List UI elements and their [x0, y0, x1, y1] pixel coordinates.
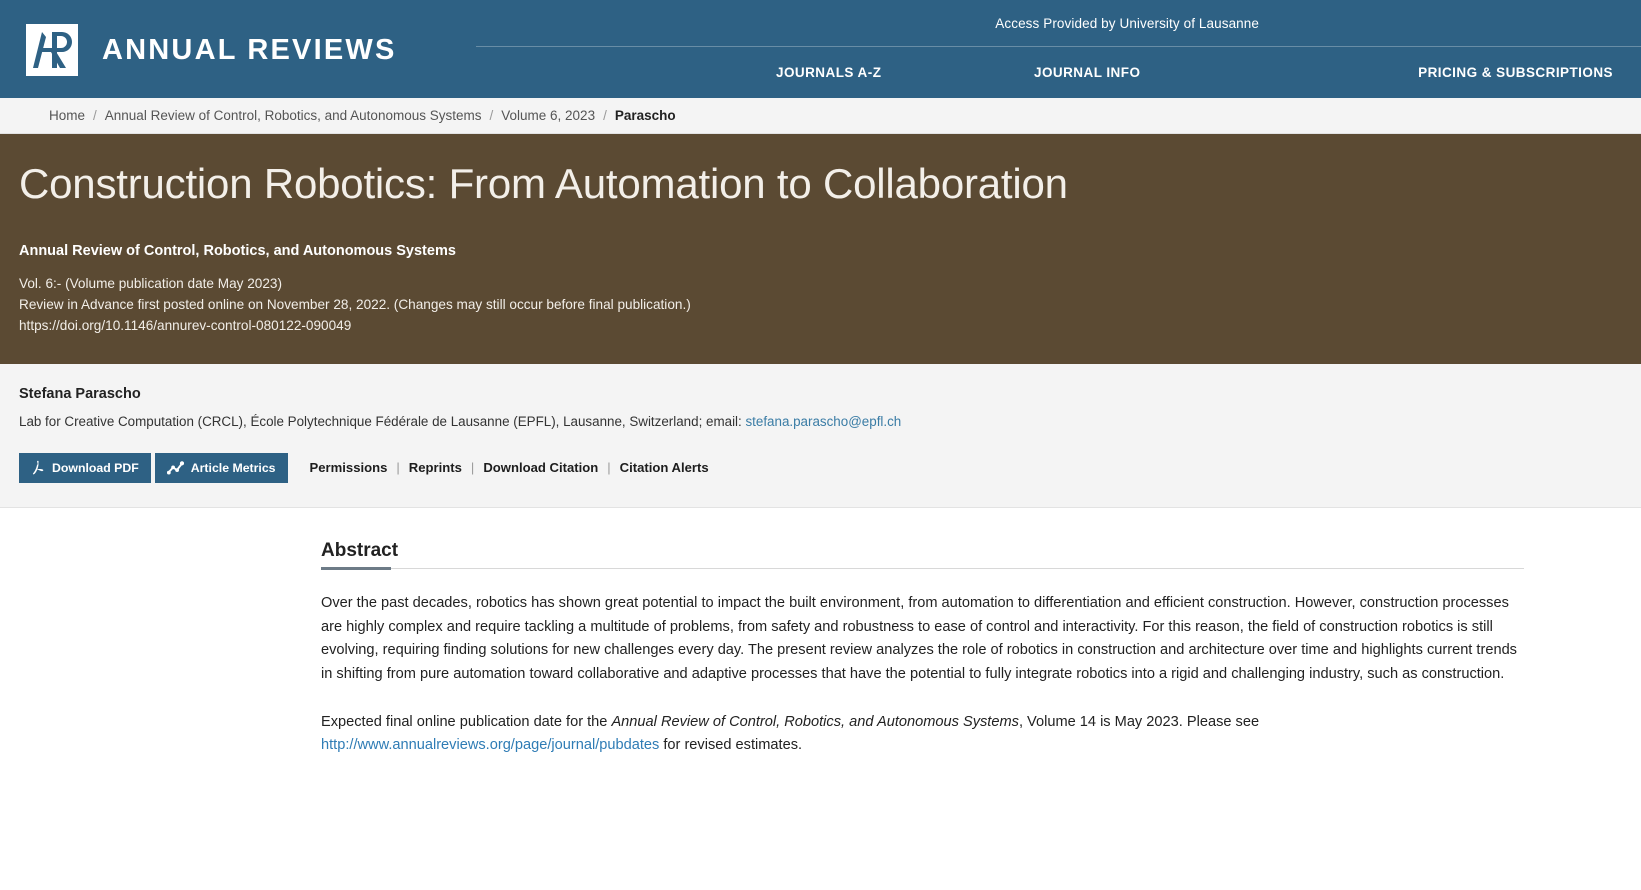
tool-link-separator: | — [607, 460, 611, 476]
abstract-heading-rule — [321, 566, 1524, 570]
author-section: Stefana Parascho Lab for Creative Comput… — [0, 364, 1641, 508]
site-header: Access Provided by University of Lausann… — [0, 0, 1641, 98]
article-tool-links: Permissions | Reprints | Download Citati… — [310, 460, 709, 475]
breadcrumb-item-home[interactable]: Home — [49, 108, 85, 123]
nav-journals-a-z[interactable]: JOURNALS A-Z — [776, 65, 881, 80]
breadcrumb-separator: / — [603, 108, 607, 123]
article-metrics-button[interactable]: Article Metrics — [154, 452, 288, 483]
author-name: Stefana Parascho — [19, 386, 141, 403]
site-logo-text: ANNUAL REVIEWS — [102, 33, 397, 66]
abstract-p2-journal: Annual Review of Control, Robotics, and … — [611, 713, 1019, 730]
author-affiliation-text: Lab for Creative Computation (CRCL), Éco… — [19, 414, 746, 430]
article-title-banner: Construction Robotics: From Automation t… — [0, 134, 1641, 365]
pubdates-link[interactable]: http://www.annualreviews.org/page/journa… — [321, 737, 659, 753]
permissions-link[interactable]: Permissions — [310, 460, 388, 475]
breadcrumb-item-volume[interactable]: Volume 6, 2023 — [501, 108, 595, 123]
article-tools-row: Download PDF Article Metrics Permissions… — [19, 452, 1641, 483]
volume-line: Vol. 6:- (Volume publication date May 20… — [19, 276, 282, 292]
article-metrics-label: Article Metrics — [190, 460, 276, 475]
abstract-section: Abstract Over the past decades, robotics… — [321, 540, 1524, 758]
journal-name: Annual Review of Control, Robotics, and … — [19, 243, 456, 260]
reprints-link[interactable]: Reprints — [409, 460, 462, 475]
doi-line[interactable]: https://doi.org/10.1146/annurev-control-… — [0, 315, 1641, 336]
breadcrumb-separator: / — [489, 108, 494, 123]
metrics-chart-icon — [166, 461, 184, 475]
annual-reviews-logo-icon — [26, 24, 78, 76]
breadcrumb-separator: / — [93, 108, 97, 123]
page-title: Construction Robotics: From Automation t… — [19, 160, 1068, 207]
breadcrumb: Home / Annual Review of Control, Robotic… — [0, 98, 1641, 134]
access-provided-text: Access Provided by University of Lausann… — [995, 15, 1259, 31]
tool-link-separator: | — [396, 460, 400, 476]
nav-pricing-subscriptions[interactable]: PRICING & SUBSCRIPTIONS — [1418, 65, 1613, 80]
download-pdf-button[interactable]: Download PDF — [19, 452, 151, 483]
abstract-p2-pre: Expected final online publication date f… — [321, 713, 612, 730]
site-logo[interactable]: ANNUAL REVIEWS — [26, 24, 397, 76]
abstract-p2-post: for revised estimates. — [659, 737, 803, 754]
pdf-icon — [31, 460, 45, 475]
abstract-rule-accent — [321, 566, 391, 570]
abstract-paragraph-1: Over the past decades, robotics has show… — [321, 594, 1517, 682]
abstract-heading: Abstract — [321, 539, 399, 561]
breadcrumb-item-current: Parascho — [614, 108, 676, 123]
review-in-advance-line: Review in Advance first posted online on… — [19, 297, 691, 313]
breadcrumb-item-journal[interactable]: Annual Review of Control, Robotics, and … — [105, 108, 482, 123]
download-pdf-label: Download PDF — [52, 460, 139, 475]
main-content: Abstract Over the past decades, robotics… — [0, 507, 1641, 758]
abstract-p2-mid: , Volume 14 is May 2023. Please see — [1018, 713, 1260, 730]
nav-journal-info[interactable]: JOURNAL INFO — [1034, 65, 1140, 80]
author-email-link[interactable]: stefana.parascho@epfl.ch — [745, 414, 901, 429]
citation-alerts-link[interactable]: Citation Alerts — [620, 460, 709, 475]
main-navigation: JOURNALS A-Z JOURNAL INFO PRICING & SUBS… — [476, 47, 1641, 98]
tool-link-separator: | — [470, 460, 475, 476]
abstract-paragraph-2: Expected final online publication date f… — [321, 711, 1524, 758]
download-citation-link[interactable]: Download Citation — [483, 460, 598, 475]
author-affiliation: Lab for Creative Computation (CRCL), Éco… — [19, 413, 1641, 432]
abstract-rule-light — [321, 567, 1524, 569]
